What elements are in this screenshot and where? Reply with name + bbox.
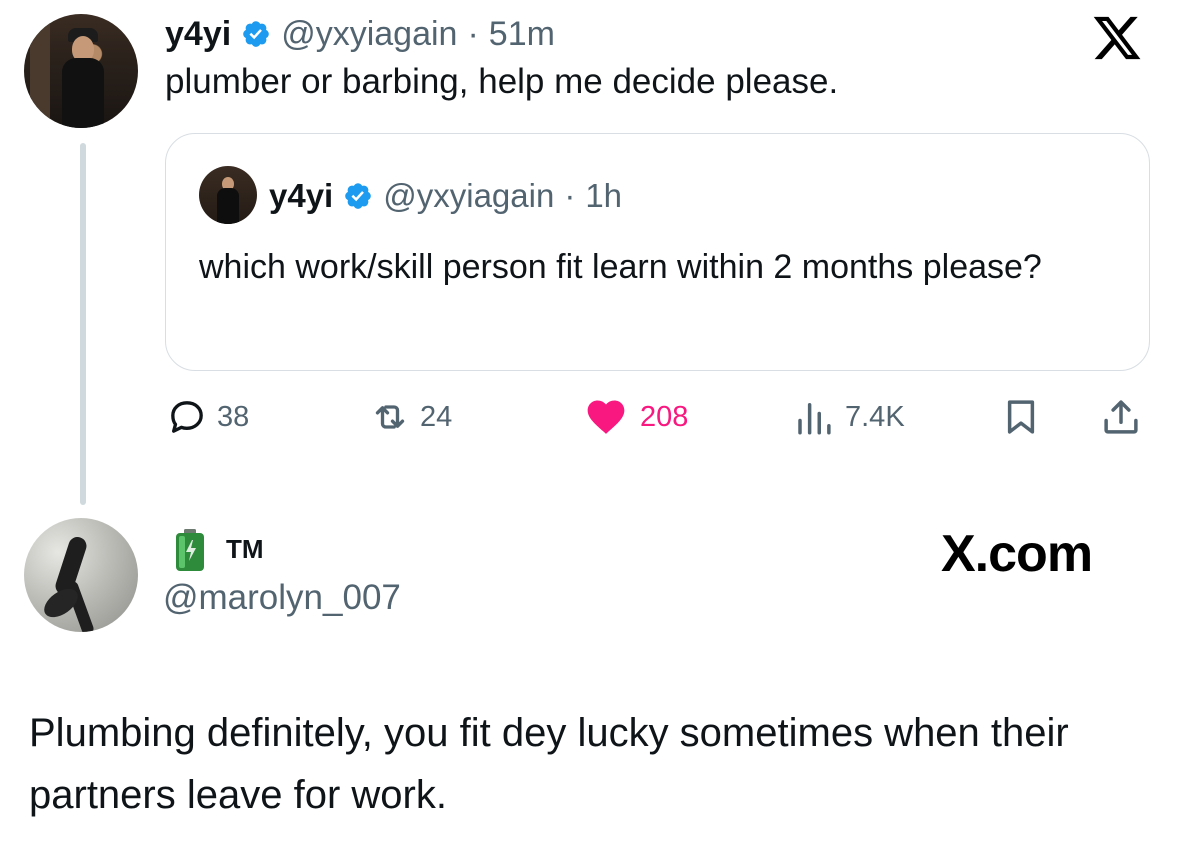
quoted-tweet-timestamp: 1h bbox=[585, 177, 623, 214]
reply-count: 38 bbox=[217, 400, 250, 433]
repost-count: 24 bbox=[420, 400, 453, 433]
reply-author-avatar[interactable] bbox=[24, 518, 138, 632]
views-count: 7.4K bbox=[845, 400, 905, 433]
author-avatar[interactable] bbox=[24, 14, 138, 128]
like-button[interactable]: 208 bbox=[582, 397, 688, 437]
share-button[interactable] bbox=[1100, 397, 1142, 437]
verified-badge-icon bbox=[241, 19, 271, 49]
share-icon bbox=[1104, 400, 1138, 434]
author-name[interactable]: y4yi bbox=[165, 15, 231, 54]
thread-line bbox=[80, 143, 86, 505]
quoted-author-header: y4yi @yxyiagain · 1h bbox=[269, 174, 622, 218]
dot-separator: · bbox=[467, 14, 479, 53]
author-header: y4yi @yxyiagain · 51m bbox=[165, 14, 555, 54]
heart-icon bbox=[587, 400, 625, 434]
tweet-text: plumber or barbing, help me decide pleas… bbox=[165, 62, 839, 101]
like-count: 208 bbox=[640, 400, 689, 433]
repost-icon bbox=[375, 405, 405, 429]
quoted-author-name: y4yi bbox=[269, 177, 334, 214]
bookmark-icon bbox=[1007, 400, 1035, 434]
quoted-author-avatar bbox=[199, 166, 257, 224]
bookmark-button[interactable] bbox=[1000, 397, 1042, 437]
reply-author-handle[interactable]: @marolyn_007 bbox=[163, 578, 401, 618]
reply-button[interactable]: 38 bbox=[167, 397, 249, 437]
battery-emoji-icon bbox=[173, 528, 207, 572]
author-handle[interactable]: @yxyiagain bbox=[281, 15, 457, 54]
x-com-watermark: X.com bbox=[941, 525, 1093, 583]
dot-separator: · bbox=[564, 177, 576, 214]
tweet-timestamp[interactable]: 51m bbox=[489, 15, 555, 54]
x-logo-icon[interactable] bbox=[1089, 12, 1145, 64]
views-button[interactable]: 7.4K bbox=[793, 397, 905, 437]
reply-text: Plumbing definitely, you fit dey lucky s… bbox=[29, 711, 1069, 817]
reply-icon bbox=[171, 401, 203, 433]
views-icon bbox=[798, 403, 831, 435]
repost-button[interactable]: 24 bbox=[370, 397, 452, 437]
quoted-author-handle: @yxyiagain bbox=[383, 177, 555, 214]
verified-badge-icon bbox=[343, 181, 373, 211]
quoted-tweet-text: which work/skill person fit learn within… bbox=[199, 248, 1042, 286]
reply-author-name[interactable]: TM bbox=[226, 534, 264, 565]
